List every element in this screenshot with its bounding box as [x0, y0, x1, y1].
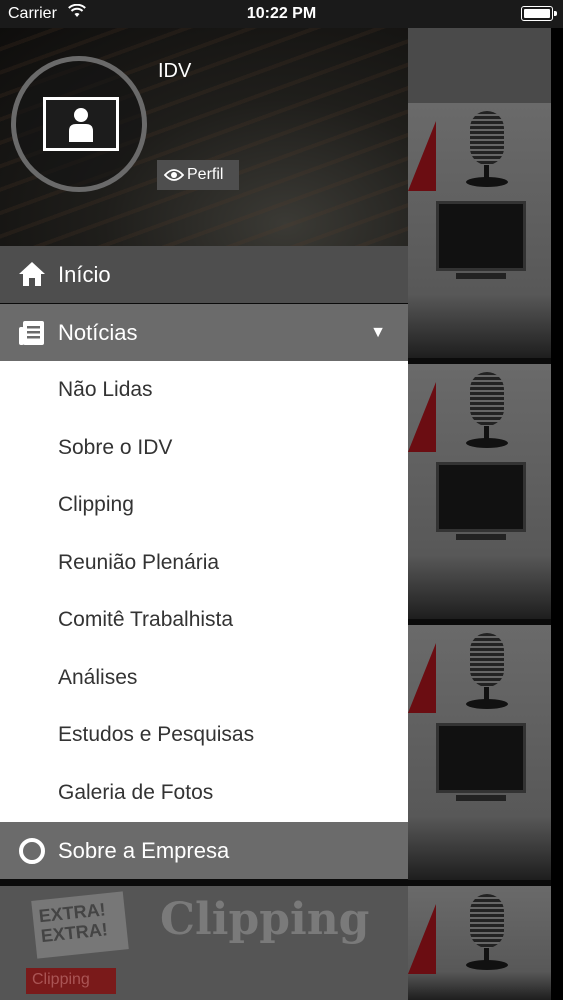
menu-item-label: Sobre a Empresa — [58, 838, 230, 863]
red-arrow-graphic — [408, 904, 436, 974]
microphone-base — [466, 699, 508, 709]
drawer-header: IDV Perfil — [0, 28, 408, 246]
menu-item-noticias[interactable]: Notícias ▼ — [0, 304, 408, 361]
tv-stand — [456, 795, 506, 801]
tv-icon — [436, 723, 526, 793]
profile-button-label: Perfil — [187, 166, 224, 183]
navigation-drawer: IDV Perfil Início Notícias ▼ Não Lidas S… — [0, 28, 408, 1000]
noticias-submenu: Não Lidas Sobre o IDV Clipping Reunião P… — [0, 361, 408, 822]
eye-icon — [164, 169, 184, 181]
background-cell[interactable] — [408, 364, 551, 619]
profile-button[interactable]: Perfil — [157, 160, 239, 190]
submenu-item-galeria-fotos[interactable]: Galeria de Fotos — [0, 764, 408, 822]
background-cell[interactable] — [408, 886, 551, 1000]
submenu-item-clipping[interactable]: Clipping — [0, 476, 408, 534]
tv-stand — [456, 534, 506, 540]
red-arrow-graphic — [408, 382, 436, 452]
microphone-base — [466, 438, 508, 448]
circle-icon — [19, 838, 45, 864]
microphone-icon — [470, 633, 504, 687]
red-arrow-graphic — [408, 643, 436, 713]
microphone-base — [466, 177, 508, 187]
news-icon — [19, 321, 44, 345]
status-bar: Carrier 10:22 PM — [0, 0, 563, 28]
microphone-icon — [470, 372, 504, 426]
menu-item-label: Notícias — [58, 320, 138, 345]
red-arrow-graphic — [408, 121, 436, 191]
background-navbar — [408, 28, 551, 103]
caret-down-icon[interactable]: ▼ — [370, 304, 386, 361]
status-time: 10:22 PM — [246, 5, 317, 22]
submenu-item-sobre-idv[interactable]: Sobre o IDV — [0, 419, 408, 477]
submenu-item-comite-trabalhista[interactable]: Comitê Trabalhista — [0, 591, 408, 649]
submenu-item-reuniao-plenaria[interactable]: Reunião Plenária — [0, 534, 408, 592]
menu-item-inicio[interactable]: Início — [0, 246, 408, 303]
tv-stand — [456, 273, 506, 279]
microphone-icon — [470, 894, 504, 948]
user-name: IDV — [158, 60, 192, 82]
menu-item-label: Início — [58, 262, 111, 287]
submenu-item-estudos-pesquisas[interactable]: Estudos e Pesquisas — [0, 706, 408, 764]
battery-icon — [521, 6, 557, 21]
avatar[interactable] — [11, 56, 147, 192]
background-cell[interactable] — [408, 625, 551, 880]
background-cell[interactable] — [408, 103, 551, 358]
tv-icon — [436, 462, 526, 532]
home-icon — [19, 262, 45, 286]
submenu-item-analises[interactable]: Análises — [0, 649, 408, 707]
microphone-base — [466, 960, 508, 970]
menu-item-sobre-empresa[interactable]: Sobre a Empresa — [0, 822, 408, 879]
microphone-icon — [470, 111, 504, 165]
tv-icon — [436, 201, 526, 271]
user-placeholder-icon — [43, 97, 119, 151]
submenu-item-nao-lidas[interactable]: Não Lidas — [0, 361, 408, 419]
background-edge — [551, 28, 563, 1000]
